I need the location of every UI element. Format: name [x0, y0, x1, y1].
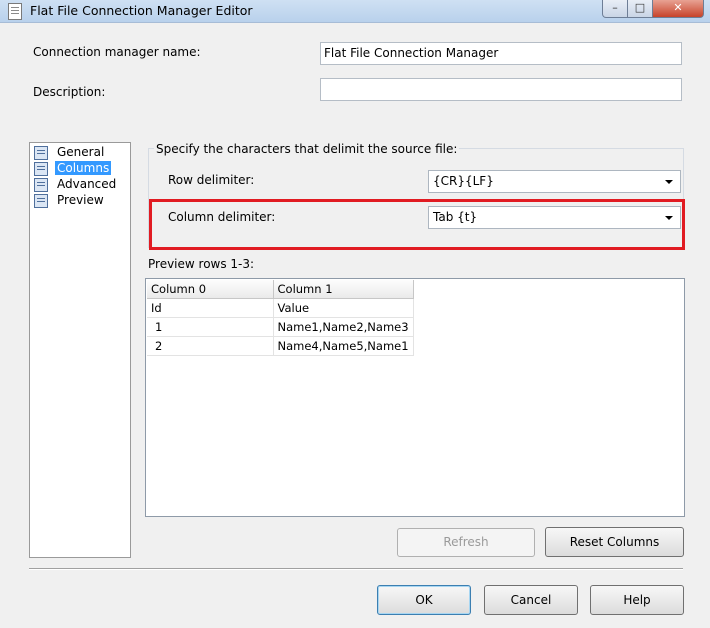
ok-button[interactable]: OK [377, 585, 471, 615]
table-cell: Value [273, 298, 414, 318]
nav-item-label: General [57, 145, 105, 159]
connection-name-input[interactable]: Flat File Connection Manager [320, 42, 682, 65]
column-delimiter-highlight [149, 199, 685, 250]
table-cell: 1 [147, 317, 274, 337]
refresh-button[interactable]: Refresh [397, 528, 535, 557]
row-delimiter-select[interactable]: {CR}{LF} [428, 170, 681, 193]
window-title: Flat File Connection Manager Editor [30, 3, 253, 18]
close-button[interactable]: ✕ [652, 0, 704, 18]
preview-icon [34, 194, 48, 208]
table-row: Id Value [147, 298, 414, 318]
table-row: 2 Name4,Name5,Name1 [147, 336, 414, 356]
delimiter-group-title: Specify the characters that delimit the … [154, 142, 460, 156]
row-delimiter-value: {CR}{LF} [433, 174, 494, 188]
page-nav-list: General Columns Advanced Preview [29, 142, 131, 558]
description-input[interactable] [320, 78, 682, 101]
nav-item-label: Advanced [57, 177, 117, 191]
advanced-icon [34, 178, 48, 192]
table-cell: Id [147, 298, 274, 318]
cancel-button[interactable]: Cancel [484, 585, 578, 615]
table-header-row: Column 0 Column 1 [147, 280, 414, 299]
table-cell: Name1,Name2,Name3 [273, 317, 414, 337]
nav-item-label: Columns [55, 161, 112, 175]
preview-label: Preview rows 1-3: [148, 257, 255, 271]
table-cell: 2 [147, 336, 274, 356]
preview-grid[interactable]: Column 0 Column 1 Id Value 1 Name1,Name2… [145, 278, 685, 517]
maximize-button[interactable]: □ [627, 0, 653, 18]
minimize-button[interactable]: – [602, 0, 628, 18]
chevron-down-icon [665, 180, 673, 184]
preview-table: Column 0 Column 1 Id Value 1 Name1,Name2… [147, 280, 414, 356]
table-row: 1 Name1,Name2,Name3 [147, 317, 414, 337]
general-icon [34, 146, 48, 160]
table-cell: Name4,Name5,Name1 [273, 336, 414, 356]
columns-icon [34, 162, 48, 176]
document-icon [8, 3, 22, 20]
divider [29, 568, 683, 570]
column-header[interactable]: Column 0 [147, 280, 274, 299]
description-label: Description: [33, 85, 106, 99]
row-delimiter-label: Row delimiter: [168, 173, 255, 187]
nav-item-label: Preview [57, 193, 104, 207]
connection-name-label: Connection manager name: [33, 45, 201, 59]
column-header[interactable]: Column 1 [273, 280, 414, 299]
reset-columns-button[interactable]: Reset Columns [545, 527, 684, 557]
help-button[interactable]: Help [590, 585, 684, 615]
